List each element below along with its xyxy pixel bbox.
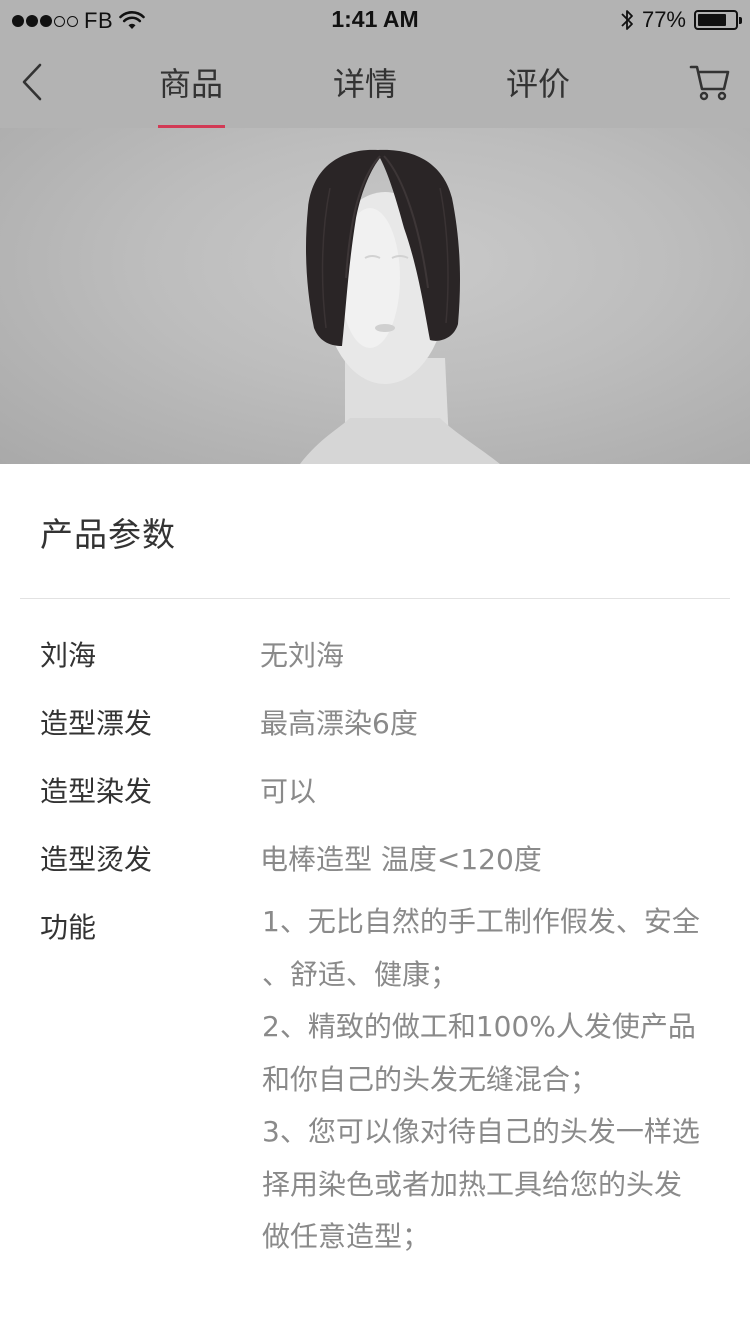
param-value: 最高漂染6度 [260,707,418,740]
param-value: 无刘海 [260,639,345,672]
function-line: 1、无比自然的手工制作假发、安全 [262,905,700,938]
function-line: 做任意造型； [262,1220,431,1253]
function-description: 1、无比自然的手工制作假发、安全 、舒适、健康； 2、精致的做工和100%人发使… [262,896,732,1264]
battery-icon [694,10,742,30]
param-label: 功能 [40,911,97,944]
nav-bar: 商品 详情 评价 [0,40,750,128]
tab-bar: 商品 详情 评价 [0,40,750,128]
bluetooth-icon [620,8,634,32]
tab-details[interactable]: 详情 [305,40,425,128]
param-value: 可以 [260,775,317,808]
cart-icon [689,62,731,106]
battery-cap [739,17,742,24]
product-params-section: 产品参数 刘海 无刘海 造型漂发 最高漂染6度 造型染发 可以 造型烫发 电棒造… [0,464,750,1334]
wig-mannequin-illustration [300,149,500,464]
product-image [0,128,750,464]
status-bar: FB 1:41 AM 77% [0,0,750,40]
param-label: 刘海 [40,639,97,672]
param-label: 造型漂发 [40,707,153,740]
param-value: 电棒造型 温度<120度 [260,843,542,876]
cart-button[interactable] [688,62,732,106]
status-right: 77% [620,6,742,34]
tab-reviews[interactable]: 评价 [478,40,598,128]
function-line: 2、精致的做工和100%人发使产品 [262,1010,696,1043]
battery-fill [698,14,726,26]
function-line: 、舒适、健康； [262,957,459,991]
top-bar: FB 1:41 AM 77% 商品 详情 评价 [0,0,750,128]
function-line: 3、您可以像对待自己的头发一样选 [262,1115,700,1148]
function-line: 择用染色或者加热工具给您的头发 [262,1167,683,1201]
param-label: 造型烫发 [40,843,153,876]
battery-percent: 77% [641,7,686,32]
section-title: 产品参数 [40,515,176,554]
divider [20,598,730,599]
param-label: 造型染发 [40,775,153,808]
function-line: 和你自己的头发无缝混合； [262,1062,599,1096]
tab-product[interactable]: 商品 [131,40,251,128]
